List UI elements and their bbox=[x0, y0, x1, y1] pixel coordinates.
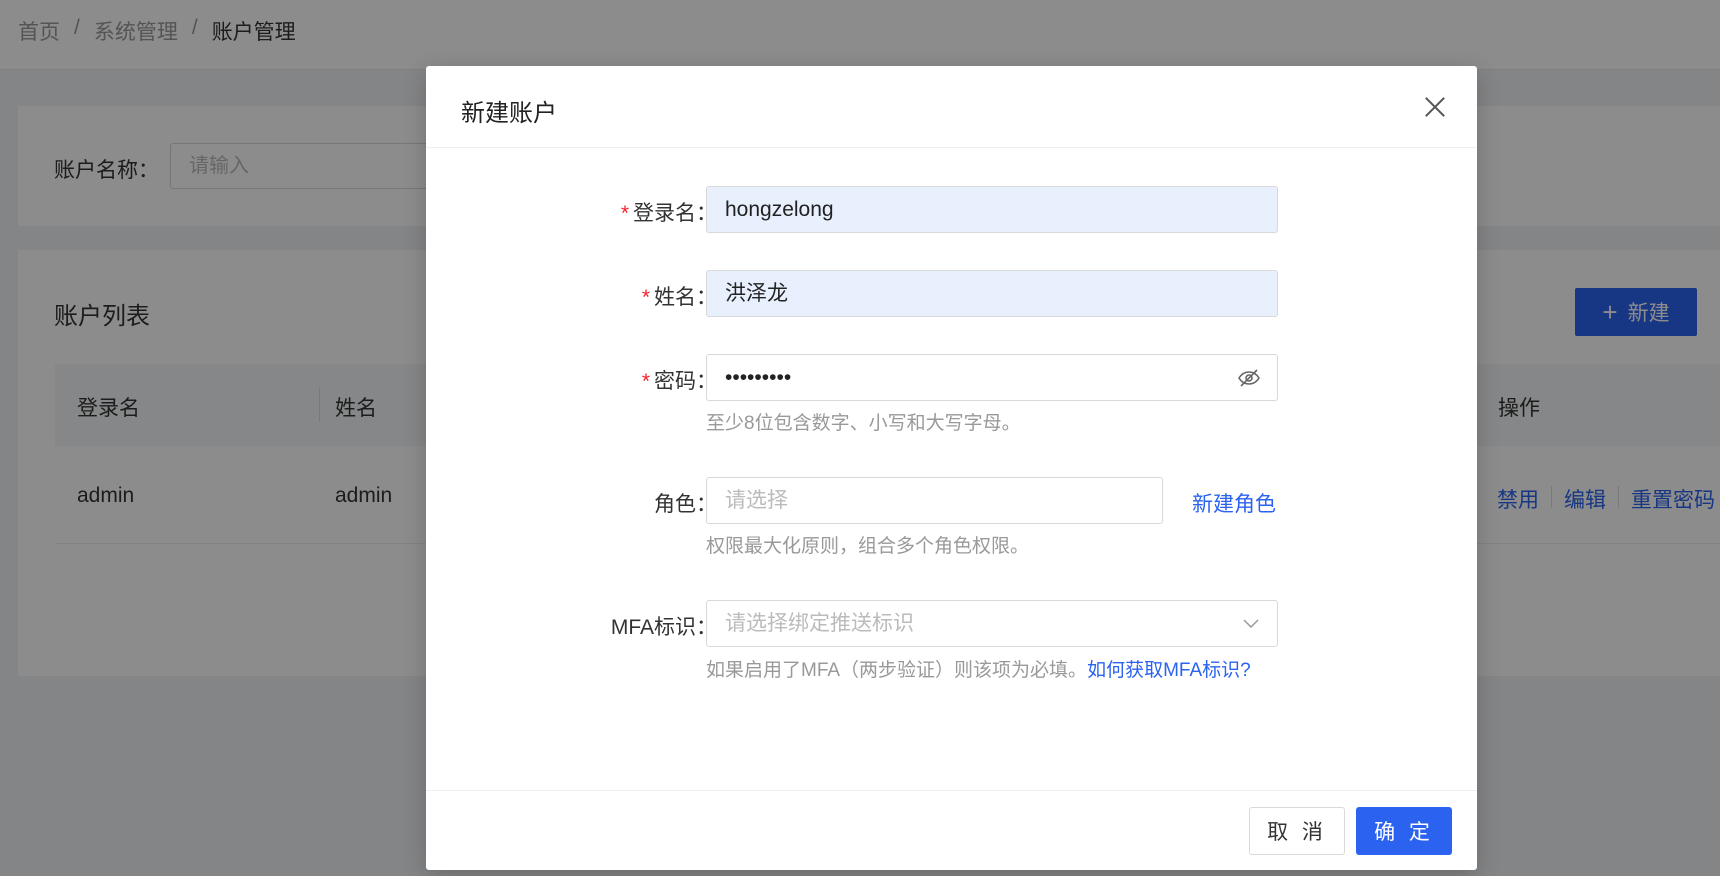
mfa-hint-text: 如果启用了MFA（两步验证）则该项为必填。 bbox=[706, 660, 1088, 681]
role-placeholder: 请选择 bbox=[725, 489, 788, 512]
new-role-link[interactable]: 新建角色 bbox=[1192, 488, 1276, 518]
login-label-text: 登录名： bbox=[633, 202, 717, 225]
password-hint: 至少8位包含数字、小写和大写字母。 bbox=[706, 413, 1021, 434]
close-icon[interactable] bbox=[1420, 92, 1450, 122]
dialog-title: 新建账户 bbox=[461, 100, 557, 127]
password-value: ••••••••• bbox=[725, 366, 792, 389]
login-label: * 登录名： bbox=[621, 197, 717, 227]
mfa-select[interactable]: 请选择绑定推送标识 bbox=[706, 600, 1278, 647]
new-account-dialog: 新建账户 * 登录名： hongzelong * 姓名： 洪泽龙 * 密码： ••••… bbox=[426, 66, 1477, 870]
password-input[interactable]: ••••••••• bbox=[706, 354, 1278, 401]
chevron-down-icon bbox=[1243, 619, 1259, 629]
login-input[interactable]: hongzelong bbox=[706, 186, 1278, 233]
name-input[interactable]: 洪泽龙 bbox=[706, 270, 1278, 317]
dialog-footer: 取 消 确 定 bbox=[426, 790, 1477, 870]
dialog-header: 新建账户 bbox=[426, 66, 1477, 148]
required-mark: * bbox=[620, 202, 629, 225]
required-mark: * bbox=[641, 286, 650, 309]
mfa-placeholder: 请选择绑定推送标识 bbox=[725, 612, 914, 635]
eye-off-icon[interactable] bbox=[1237, 366, 1261, 390]
role-hint: 权限最大化原则，组合多个角色权限。 bbox=[706, 536, 1030, 557]
mfa-label: MFA标识： bbox=[610, 616, 717, 639]
how-to-get-mfa-link[interactable]: 如何获取MFA标识? bbox=[1087, 660, 1251, 681]
required-mark: * bbox=[641, 370, 650, 393]
confirm-button[interactable]: 确 定 bbox=[1356, 807, 1452, 855]
cancel-button[interactable]: 取 消 bbox=[1249, 807, 1345, 855]
mfa-hint: 如果启用了MFA（两步验证）则该项为必填。如何获取MFA标识? bbox=[706, 656, 1256, 686]
role-select[interactable]: 请选择 bbox=[706, 477, 1163, 524]
